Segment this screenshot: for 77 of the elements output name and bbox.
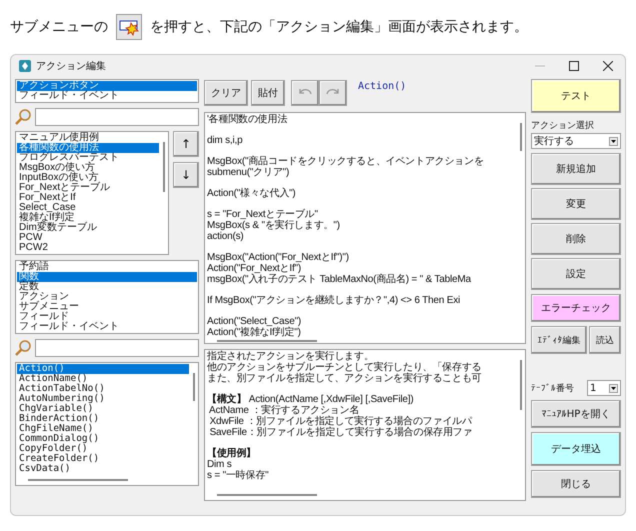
move-button[interactable]: ↑ xyxy=(173,131,199,157)
current-function-label: Action() xyxy=(358,80,406,92)
list-item[interactable]: プログレスバーテスト xyxy=(17,153,159,163)
code-line: MsgBox("Action("For_NextとIf")") xyxy=(207,252,350,263)
list-item[interactable]: CopyFolder() xyxy=(17,444,189,454)
window-title: アクション編集 xyxy=(36,60,107,73)
list-item[interactable]: PCW2 xyxy=(17,243,159,253)
action-button[interactable]: 変更 xyxy=(531,188,621,220)
code-line: dim s,i,p xyxy=(207,135,244,146)
intro-text: サブメニューの xyxy=(10,18,108,36)
list-item[interactable]: アクションボタン xyxy=(17,81,197,91)
list-item[interactable]: For_Nextとテーブル xyxy=(17,183,159,193)
list-item[interactable]: InputBoxの使い方 xyxy=(17,173,159,183)
help-line: 【使用例】 xyxy=(207,448,258,459)
code-line: If MsgBox("アクションを継続しますか？",4) <> 6 Then Exi xyxy=(207,295,462,306)
table-number-select[interactable]: 1 xyxy=(587,380,621,396)
list-item[interactable]: ActionName() xyxy=(17,374,189,384)
code-line: s = "For_Nextとテーブル" xyxy=(207,209,319,220)
code-line: msgBox("入れ子のテスト TableMaxNo(商品名) = " & TableMa xyxy=(207,274,472,285)
list-item[interactable]: MsgBoxの使い方 xyxy=(17,163,159,173)
help-line: ActName ：実行するアクション名 xyxy=(208,405,360,416)
list-item[interactable]: アクション xyxy=(17,292,197,302)
code-line: MsgBox(s & "を実行します。") xyxy=(207,220,341,231)
code-line: Action("様々な代入") xyxy=(207,188,297,199)
list-item[interactable]: 定数 xyxy=(17,282,197,292)
list-item[interactable]: フィールド・イベント xyxy=(17,322,197,332)
help-line: 【構文】 Action(ActName [,XdwFile] [,SaveFile]) xyxy=(207,394,414,405)
error-check-button[interactable]: エラーチェック xyxy=(531,294,621,322)
editor-button[interactable]: 読込 xyxy=(589,326,621,354)
help-line: 指定されたアクションを実行します。 xyxy=(207,351,374,362)
code-line: Action("Select_Case") xyxy=(207,316,302,327)
action-select-label: アクション選択 xyxy=(531,120,595,132)
code-line: Action("複雑なIf判定") xyxy=(207,327,302,338)
list-item[interactable]: サブメニュー xyxy=(17,302,197,312)
test-button[interactable]: テスト xyxy=(531,79,621,113)
table-number-label: ﾃｰﾌﾞﾙ番号 xyxy=(531,382,574,394)
action-button[interactable]: 設定 xyxy=(531,258,621,290)
list-item[interactable]: CreateFolder() xyxy=(17,454,189,464)
help-line: Dim s xyxy=(207,459,233,470)
open-manual-button[interactable]: ﾏﾆｭｱﾙHPを開く xyxy=(531,400,621,428)
list-item[interactable]: 予約語 xyxy=(17,262,197,272)
code-line: MsgBox("商品コードをクリックすると、イベントアクションを xyxy=(207,156,485,167)
list-item[interactable]: BinderAction() xyxy=(17,414,189,424)
intro-text: を押すと、下記の「アクション編集」画面が表示されます。 xyxy=(150,18,528,36)
help-line: SaveFile：別ファイルを指定して実行する場合の保存用ファ xyxy=(208,427,474,438)
code-line: submenu("クリア") xyxy=(207,167,290,178)
list-item[interactable]: Dim変数テーブル xyxy=(17,223,159,233)
list-item[interactable]: AutoNumbering() xyxy=(17,394,189,404)
list-item[interactable]: CommonDialog() xyxy=(17,434,189,444)
list-item[interactable]: ChgVariable() xyxy=(17,404,189,414)
code-line: action(s) xyxy=(207,231,245,242)
help-line: また、別ファイルを指定して、アクションを実行することも可 xyxy=(207,373,482,384)
action-button[interactable]: 新規追加 xyxy=(531,153,621,185)
help-line: XdwFile ：別ファイルを指定して実行する場合のファイルパ xyxy=(208,416,474,427)
list-item[interactable]: 複雑なIf判定 xyxy=(17,213,159,223)
toolbar-button[interactable]: クリア xyxy=(204,80,248,106)
action-select[interactable]: 実行する xyxy=(531,133,621,149)
help-line: 他のアクションをサブルーチンとして実行したり、「保存する xyxy=(207,362,482,373)
code-line: Action("For_NextとIf") xyxy=(207,263,302,274)
list-item[interactable]: Select_Case xyxy=(17,203,159,213)
list-item[interactable]: PCW xyxy=(17,233,159,243)
toolbar-button[interactable]: 貼付 xyxy=(251,80,285,106)
list-item[interactable]: フィールド xyxy=(17,312,197,322)
embed-data-button[interactable]: データ埋込 xyxy=(531,432,621,466)
list-item[interactable]: For_NextとIf xyxy=(17,193,159,203)
editor-button[interactable]: ｴﾃﾞｨﾀ編集 xyxy=(531,326,587,354)
list-item[interactable]: マニュアル使用例 xyxy=(17,133,159,143)
list-item[interactable]: ChgFileName() xyxy=(17,424,189,434)
list-item[interactable]: CsvData() xyxy=(17,464,189,474)
help-line: s = "一時保存" xyxy=(207,470,270,481)
code-line: '各種関数の使用法 xyxy=(207,114,288,125)
list-item[interactable]: フィールド・イベント xyxy=(17,91,197,101)
list-item[interactable]: ActionTabelNo() xyxy=(17,384,189,394)
action-button[interactable]: 削除 xyxy=(531,223,621,255)
move-button[interactable]: ↓ xyxy=(173,162,199,188)
close-button[interactable]: 閉じる xyxy=(531,470,621,498)
list-item[interactable]: Action() xyxy=(17,364,189,374)
